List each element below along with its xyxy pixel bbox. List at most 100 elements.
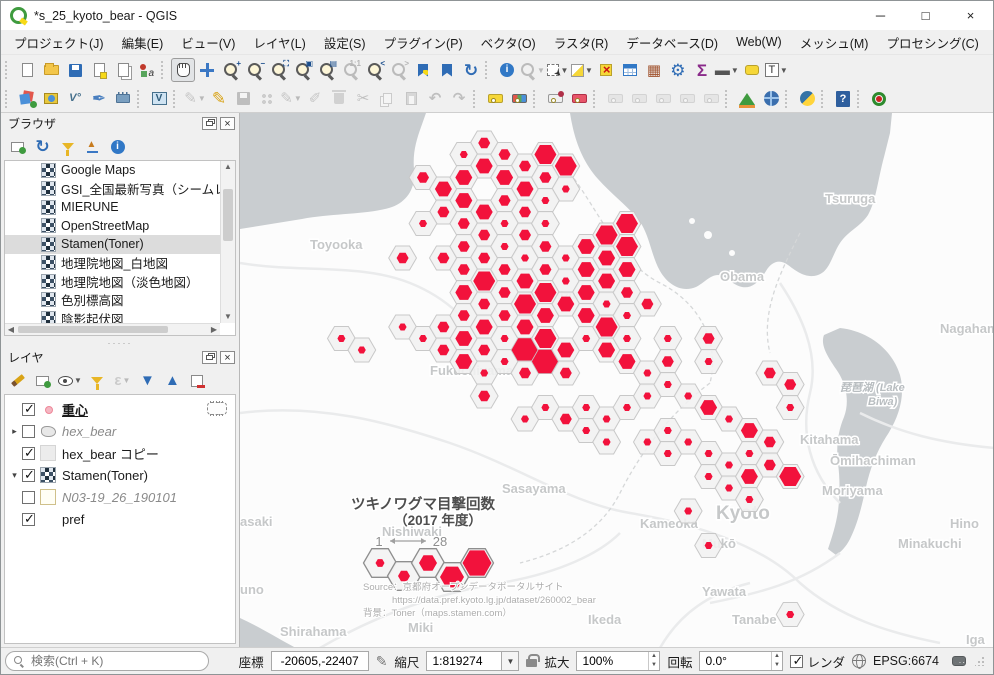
crs-status[interactable]: EPSG:6674 <box>873 654 939 668</box>
deselect-all-icon[interactable] <box>594 58 618 82</box>
zoom-full-icon[interactable]: ⛶ <box>267 58 291 82</box>
coords-input[interactable] <box>272 653 368 669</box>
browser-close-icon[interactable]: × <box>220 117 235 130</box>
browser-item-Stamen(Toner)[interactable]: Stamen(Toner) <box>5 235 235 254</box>
layer-checkbox[interactable] <box>22 491 35 504</box>
search-input[interactable] <box>29 653 200 669</box>
modify-attributes-icon[interactable]: ✐ <box>303 87 327 111</box>
menu-item-4[interactable]: 設定(S) <box>315 30 375 55</box>
layer-row-hex_bear コピー[interactable]: hex_bear コピー <box>5 442 235 464</box>
browser-item-OpenStreetMap[interactable]: OpenStreetMap <box>5 217 235 236</box>
style-manager-icon[interactable] <box>135 58 159 82</box>
save-layer-edits-icon[interactable] <box>231 87 255 111</box>
cut-features-icon[interactable]: ✂ <box>351 87 375 111</box>
layers-close-icon[interactable]: × <box>220 351 235 364</box>
text-annotation-icon[interactable]: T▼ <box>764 58 789 82</box>
magnifier-input[interactable] <box>577 653 647 669</box>
delete-selected-icon[interactable] <box>327 87 351 111</box>
add-feature-icon[interactable] <box>255 87 279 111</box>
select-by-form-icon[interactable]: ▼ <box>519 58 546 82</box>
zoom-to-layer-icon[interactable]: ▤ <box>315 58 339 82</box>
deselect-features-icon[interactable]: ▼ <box>570 58 594 82</box>
layer-checkbox[interactable] <box>22 469 35 482</box>
layer-checkbox[interactable] <box>22 447 35 460</box>
change-label-properties-icon[interactable] <box>699 87 723 111</box>
rotation-up-icon[interactable]: ▲ <box>772 652 783 661</box>
browser-item-Google Maps[interactable]: Google Maps <box>5 161 235 180</box>
menu-item-8[interactable]: データベース(D) <box>617 30 727 55</box>
browser-item-色別標高図[interactable]: 色別標高図 <box>5 291 235 310</box>
layer-checkbox[interactable] <box>22 513 35 526</box>
new-mesh-layer-icon[interactable] <box>111 87 135 111</box>
magnifier-spinbox[interactable]: ▲▼ <box>576 651 660 671</box>
magnifier-up-icon[interactable]: ▲ <box>649 652 660 661</box>
scale-combo[interactable]: ▼ <box>426 651 519 671</box>
menu-item-9[interactable]: Web(W) <box>727 32 791 52</box>
resize-label-icon[interactable] <box>675 87 699 111</box>
expander-icon[interactable]: ▸ <box>8 426 21 437</box>
copy-features-icon[interactable] <box>375 87 399 111</box>
toggle-editing-icon[interactable]: ✎ <box>207 87 231 111</box>
minimize-button[interactable]: ─ <box>858 1 903 30</box>
zoom-last-icon[interactable]: < <box>363 58 387 82</box>
field-calculator-icon[interactable]: ▦ <box>642 58 666 82</box>
new-virtual-layer-icon[interactable]: V <box>147 87 171 111</box>
layer-row-hex_bear[interactable]: ▸hex_bear <box>5 420 235 442</box>
scale-input[interactable] <box>427 653 501 669</box>
refresh-map-icon[interactable]: ↻ <box>459 58 483 82</box>
data-source-manager-icon[interactable] <box>15 87 39 111</box>
rotation-down-icon[interactable]: ▼ <box>772 661 783 670</box>
zoom-in-icon[interactable]: + <box>219 58 243 82</box>
scroll-up-icon[interactable]: ▲ <box>221 161 235 173</box>
measure-icon[interactable]: ▬▼ <box>714 58 740 82</box>
metasearch-icon[interactable] <box>759 87 783 111</box>
new-geojson-layer-icon[interactable]: ✒ <box>87 87 111 111</box>
layer-row-pref[interactable]: pref <box>5 508 235 530</box>
zoom-native-icon[interactable]: 1:1 <box>339 58 363 82</box>
pan-map-icon[interactable] <box>171 58 195 82</box>
scroll-right-icon[interactable]: ▶ <box>208 324 220 335</box>
panel-splitter[interactable]: ····· <box>1 339 239 347</box>
statistical-summary-icon[interactable]: Σ <box>690 58 714 82</box>
menu-item-1[interactable]: 編集(E) <box>113 30 173 55</box>
add-group-icon[interactable] <box>32 370 53 391</box>
remove-layer-icon[interactable] <box>187 370 208 391</box>
manage-map-themes-icon[interactable]: ▼ <box>57 370 83 391</box>
rotation-input[interactable] <box>700 653 770 669</box>
browser-item-GSI_全国最新写真（シームレス）[interactable]: GSI_全国最新写真（シームレス） <box>5 180 235 199</box>
select-features-icon[interactable]: ▼ <box>546 58 570 82</box>
open-project-icon[interactable] <box>39 58 63 82</box>
zoom-out-icon[interactable]: − <box>243 58 267 82</box>
processing-toolbox-icon[interactable]: ⚙ <box>666 58 690 82</box>
undo-icon[interactable]: ↶ <box>423 87 447 111</box>
layer-row-重心[interactable]: 重心 <box>5 398 235 420</box>
show-spatial-bookmarks-icon[interactable] <box>435 58 459 82</box>
menu-item-0[interactable]: プロジェクト(J) <box>5 30 113 55</box>
current-edits-icon[interactable]: ✎▼ <box>183 87 207 111</box>
pan-to-selection-icon[interactable] <box>195 58 219 82</box>
grass-tools-icon[interactable] <box>735 87 759 111</box>
collapse-all-layers-icon[interactable]: ▲ <box>162 370 183 391</box>
python-console-icon[interactable] <box>795 87 819 111</box>
rotate-label-icon[interactable] <box>651 87 675 111</box>
show-hide-labels-icon[interactable] <box>627 87 651 111</box>
open-attribute-table-icon[interactable] <box>618 58 642 82</box>
scroll-down-icon[interactable]: ▼ <box>221 311 235 323</box>
enable-properties-icon[interactable]: i <box>107 136 128 157</box>
new-print-layout-icon[interactable] <box>87 58 111 82</box>
magnifier-down-icon[interactable]: ▼ <box>649 661 660 670</box>
layer-row-Stamen(Toner)[interactable]: ▾Stamen(Toner) <box>5 464 235 486</box>
layer-checkbox[interactable] <box>22 403 35 416</box>
menu-item-6[interactable]: ベクタ(O) <box>472 30 545 55</box>
browser-float-icon[interactable] <box>202 117 217 130</box>
messages-balloon-icon[interactable]: ··· <box>952 656 966 666</box>
quickmapservices-icon[interactable] <box>867 87 891 111</box>
browser-item-地理院地図（淡色地図）[interactable]: 地理院地図（淡色地図） <box>5 272 235 291</box>
scroll-left-icon[interactable]: ◀ <box>5 324 17 335</box>
rotation-spinbox[interactable]: ▲▼ <box>699 651 783 671</box>
hscroll-thumb[interactable] <box>18 326 168 333</box>
refresh-browser-icon[interactable]: ↻ <box>32 136 53 157</box>
filter-legend-icon[interactable] <box>87 370 108 391</box>
map-canvas[interactable]: ToyookaMaizuruTsurugaObamaNagahama琵琶湖 (L… <box>239 113 993 647</box>
new-spatial-bookmark-icon[interactable] <box>411 58 435 82</box>
